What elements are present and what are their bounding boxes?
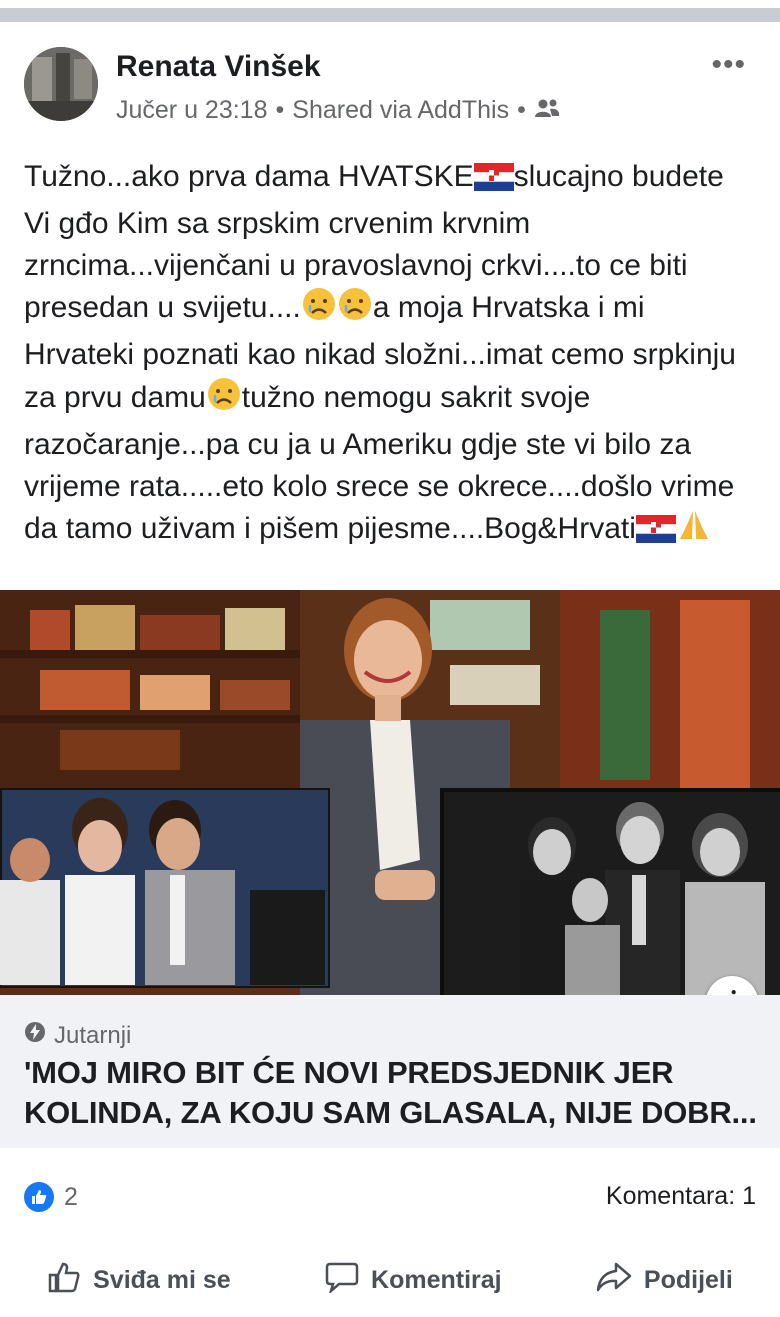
like-reaction-icon (24, 1182, 54, 1212)
feed-post: Renata Vinšek Jučer u 23:18 • Shared via… (0, 22, 780, 1295)
more-options-button[interactable]: ••• (711, 48, 746, 82)
link-preview-caption[interactable]: Jutarnji 'MOJ MIRO BIT ĆE NOVI PREDSJEDN… (0, 995, 780, 1148)
lightning-icon (24, 1021, 46, 1050)
meta-separator: • (517, 96, 526, 124)
link-source: Jutarnji (24, 1021, 131, 1050)
croatia-flag-icon (635, 513, 676, 555)
crying-face-icon (206, 376, 242, 424)
like-button[interactable]: Sviđa mi se (47, 1261, 231, 1300)
praying-hands-icon (676, 507, 712, 555)
shared-via: Shared via AddThis (292, 96, 510, 124)
author-name[interactable]: Renata Vinšek (116, 50, 321, 84)
share-label: Podijeli (643, 1266, 733, 1294)
avatar[interactable] (24, 47, 98, 121)
friends-icon[interactable] (534, 96, 560, 125)
crying-face-icon (337, 286, 373, 334)
post-text: Tužno...ako prva dama HVATSKE slucajno bu… (24, 156, 759, 555)
comment-button[interactable]: Komentiraj (325, 1261, 502, 1300)
timestamp[interactable]: Jučer u 23:18 (116, 96, 268, 125)
share-icon (596, 1261, 632, 1300)
link-title[interactable]: 'MOJ MIRO BIT ĆE NOVI PREDSJEDNIK JER KO… (24, 1053, 764, 1133)
croatia-flag-icon (473, 161, 514, 203)
comment-icon (325, 1261, 359, 1300)
link-preview-image[interactable] (0, 590, 780, 995)
share-button[interactable]: Podijeli (596, 1261, 733, 1300)
post-actions: Sviđa mi se Komentiraj Podijeli (0, 1244, 780, 1317)
comment-label: Komentiraj (371, 1266, 502, 1294)
like-label: Sviđa mi se (93, 1266, 231, 1294)
article-photo (0, 590, 780, 995)
reactions-summary[interactable]: 2 (24, 1182, 78, 1212)
post-meta: Jučer u 23:18 • Shared via AddThis • (116, 96, 560, 125)
link-source-name: Jutarnji (54, 1021, 132, 1049)
comments-count[interactable]: Komentara: 1 (606, 1182, 756, 1211)
post-text-part: Tužno...ako prva dama HVATSKE (24, 160, 474, 193)
avatar-image (24, 47, 98, 121)
likes-count: 2 (64, 1182, 78, 1211)
status-bar (0, 0, 780, 22)
thumbs-up-icon (47, 1261, 81, 1300)
crying-face-icon (301, 286, 337, 334)
meta-separator: • (275, 96, 285, 124)
